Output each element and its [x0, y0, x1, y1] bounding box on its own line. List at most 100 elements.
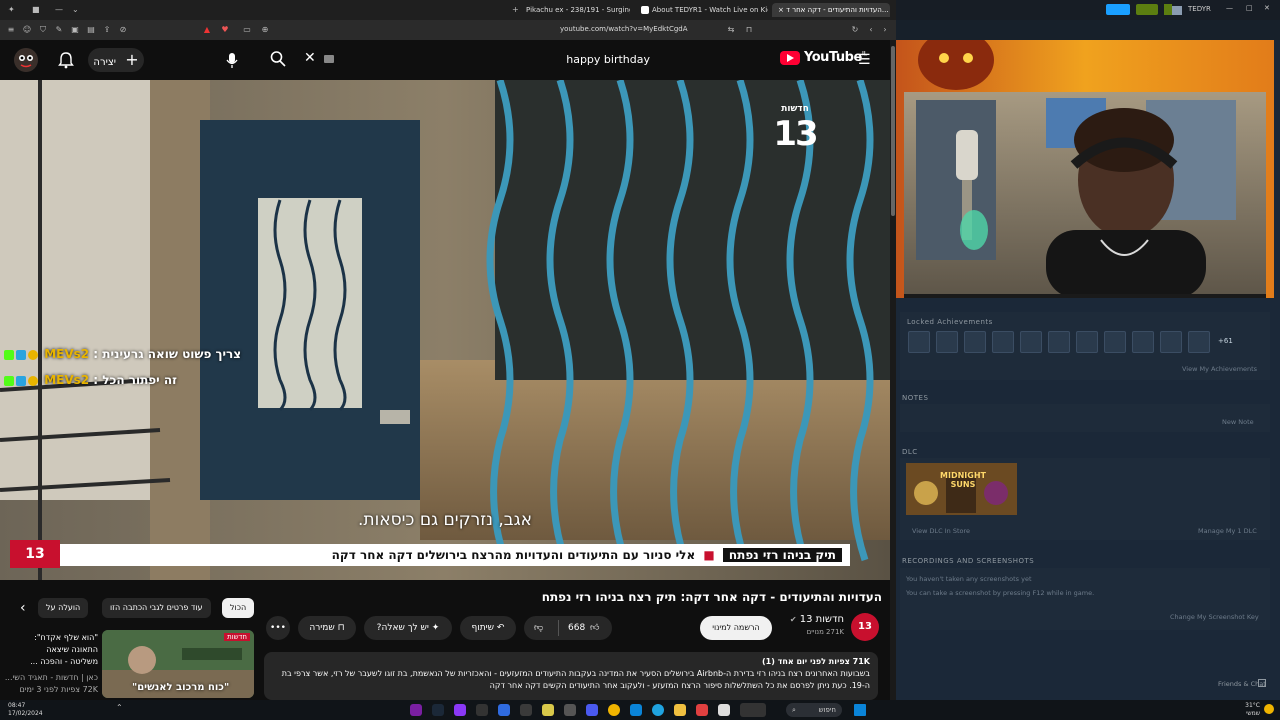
- widget-thumbnail[interactable]: [740, 703, 766, 717]
- save-button[interactable]: ⊓ שמירה: [298, 616, 356, 640]
- pen-icon[interactable]: ✎: [54, 25, 64, 35]
- tab-pikachu[interactable]: Pikachu ex - 238/191 - Surging Spar...: [520, 3, 630, 17]
- chevron-down-icon[interactable]: ⌄: [72, 5, 79, 14]
- warning-icon[interactable]: ▲: [202, 25, 212, 35]
- start-windows-icon[interactable]: [854, 704, 866, 716]
- dislike-icon[interactable]: 👎︎: [534, 616, 543, 640]
- microphone-icon[interactable]: [224, 48, 240, 72]
- reco-thumbnail[interactable]: חדשות "כוח מרכוב לאנשים": [102, 630, 254, 698]
- edge-icon[interactable]: [652, 704, 664, 716]
- translate-icon[interactable]: ⊘: [118, 25, 128, 35]
- broadcast-icon[interactable]: [1106, 4, 1130, 15]
- zoom-icon[interactable]: ⊕: [260, 25, 270, 35]
- maximize-icon[interactable]: □: [1246, 4, 1253, 12]
- app-icon[interactable]: [586, 704, 598, 716]
- view-achievements-link[interactable]: View My Achievements: [1182, 365, 1257, 373]
- search-icon[interactable]: [270, 50, 286, 72]
- tray-chevron-up-icon[interactable]: ⌃: [116, 703, 123, 712]
- window-menu-icon[interactable]: ✦: [8, 5, 15, 14]
- video-player[interactable]: חדשות 13 צריך פשוט שואה גרעינית : MEVs2 …: [0, 80, 890, 580]
- app-icon[interactable]: [498, 704, 510, 716]
- lock-icon[interactable]: [908, 331, 930, 353]
- reader-icon[interactable]: ▤: [86, 25, 96, 35]
- more-actions-button[interactable]: •••: [266, 616, 290, 640]
- obs-icon[interactable]: [520, 704, 532, 716]
- forward-icon[interactable]: ›: [880, 25, 890, 35]
- user-avatar[interactable]: [14, 48, 38, 72]
- notification-icon[interactable]: [1136, 4, 1158, 15]
- keyboard-icon[interactable]: [324, 55, 334, 63]
- tab-youtube-active[interactable]: × העדויות והתיעודים - דקה אחר ד...: [772, 3, 890, 17]
- chip-all[interactable]: הכול: [222, 598, 255, 618]
- description-box[interactable]: 71K צפיות לפני יום אחד (1) בשבועות האחרו…: [264, 652, 878, 700]
- app-icon[interactable]: [696, 704, 708, 716]
- sidebar-icon[interactable]: ▣: [70, 25, 80, 35]
- folder-icon[interactable]: [674, 704, 686, 716]
- screen-icon[interactable]: ▭: [242, 25, 252, 35]
- hamburger-menu-icon[interactable]: ☰: [858, 48, 871, 72]
- chrome-icon[interactable]: [608, 704, 620, 716]
- url-field[interactable]: youtube.com/watch?v=MyEdktCgdA: [560, 25, 688, 33]
- chip-uploaded-by[interactable]: הועלה על: [38, 598, 89, 618]
- notifications-bell-icon[interactable]: [58, 48, 74, 72]
- minimize-icon[interactable]: —: [55, 5, 63, 14]
- close-tab-icon[interactable]: ×: [778, 6, 784, 14]
- share-icon[interactable]: ⇪: [102, 25, 112, 35]
- channel-avatar[interactable]: 13: [851, 613, 879, 641]
- reload-icon[interactable]: ↻: [850, 25, 860, 35]
- ask-button[interactable]: ✦ יש לך שאלה?: [364, 616, 452, 640]
- dlc-banner[interactable]: MIDNIGHT SUNS: [906, 463, 1017, 515]
- weather-widget[interactable]: 31°C שמשי: [1236, 702, 1260, 718]
- back-icon[interactable]: ‹: [866, 25, 876, 35]
- steam-icon[interactable]: [432, 704, 444, 716]
- manage-dlc-link[interactable]: Manage My 1 DLC: [1198, 527, 1257, 535]
- chips-scroll-left-icon[interactable]: ‹: [20, 600, 26, 616]
- lock-icon[interactable]: [992, 331, 1014, 353]
- shield-icon[interactable]: ⛉: [38, 25, 48, 35]
- steam-username[interactable]: TEDYR: [1188, 5, 1211, 13]
- lock-icon[interactable]: [964, 331, 986, 353]
- app-icon[interactable]: [542, 704, 554, 716]
- change-screenshot-key-link[interactable]: Change My Screenshot Key: [1170, 613, 1259, 621]
- app-icon[interactable]: [718, 704, 730, 716]
- search-input[interactable]: happy birthday: [566, 53, 650, 66]
- menu-icon[interactable]: ≡: [6, 25, 16, 35]
- window-icon[interactable]: ■: [32, 5, 40, 14]
- tabs-icon[interactable]: ⇆: [726, 25, 736, 35]
- settings-icon[interactable]: [564, 704, 576, 716]
- recommended-video[interactable]: "הוא שלף אקדח": התאונה שיצאה משליטה - וה…: [0, 628, 256, 700]
- create-button[interactable]: יצירה +: [88, 48, 144, 72]
- taskbar-search[interactable]: ⌕ חיפוש: [786, 703, 842, 717]
- extension-icon[interactable]: ☺: [22, 25, 32, 35]
- user-avatar[interactable]: [1172, 6, 1182, 15]
- lock-icon[interactable]: [1160, 331, 1182, 353]
- lock-icon[interactable]: [1048, 331, 1070, 353]
- lock-icon[interactable]: [1104, 331, 1126, 353]
- channel-name[interactable]: חדשות 13 ✔: [780, 614, 844, 625]
- lock-icon[interactable]: [1188, 331, 1210, 353]
- store-icon[interactable]: [630, 704, 642, 716]
- lock-icon[interactable]: [936, 331, 958, 353]
- new-tab-icon[interactable]: +: [512, 5, 519, 14]
- clear-search-icon[interactable]: ✕: [304, 50, 316, 66]
- app-icon[interactable]: [476, 704, 488, 716]
- subscribe-button[interactable]: הרשמה למינוי: [700, 616, 772, 640]
- lock-icon[interactable]: [1020, 331, 1042, 353]
- view-dlc-link[interactable]: View DLC In Store: [912, 527, 970, 535]
- youtube-logo[interactable]: YouTubeIL: [780, 50, 867, 70]
- lock-icon[interactable]: [1132, 331, 1154, 353]
- close-icon[interactable]: ✕: [1264, 4, 1270, 12]
- clock[interactable]: 08:47 17/02/2024: [8, 702, 43, 718]
- chip-more-details[interactable]: עוד פרטים לגבי הכתבה הזו: [102, 598, 211, 618]
- minimize-icon[interactable]: —: [1226, 4, 1233, 12]
- scrollbar-thumb[interactable]: [891, 46, 895, 216]
- lock-icon[interactable]: [1076, 331, 1098, 353]
- tab-kick[interactable]: About TEDYR1 - Watch Live on Kick: [632, 3, 768, 17]
- discord-icon[interactable]: [454, 704, 466, 716]
- like-count[interactable]: 668: [568, 616, 585, 640]
- new-note-link[interactable]: New Note: [1222, 418, 1254, 426]
- heart-icon[interactable]: ♥: [220, 25, 230, 35]
- friends-icon[interactable]: [1258, 679, 1266, 687]
- bookmark-icon[interactable]: ⊓: [744, 25, 754, 35]
- app-icon[interactable]: [410, 704, 422, 716]
